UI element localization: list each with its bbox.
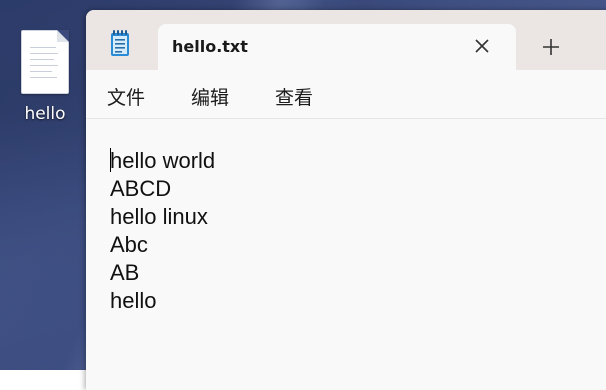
- menu-edit[interactable]: 编辑: [191, 83, 229, 110]
- tab-title: hello.txt: [172, 37, 248, 56]
- notepad-window: hello.txt 文件 编辑 查看 hello world ABCD hell…: [86, 10, 606, 390]
- text-editor-area[interactable]: hello world ABCD hello linux Abc AB hell…: [86, 119, 606, 390]
- desktop-file-label: hello: [24, 104, 66, 124]
- notepad-icon: [111, 30, 129, 56]
- close-icon[interactable]: [470, 34, 494, 58]
- text-line: hello linux: [110, 204, 208, 229]
- text-line: hello: [110, 288, 157, 313]
- text-file-icon: [21, 30, 69, 94]
- plus-icon[interactable]: [538, 34, 564, 60]
- text-line: hello world: [110, 148, 216, 173]
- text-line: AB: [110, 260, 140, 285]
- text-line: Abc: [110, 232, 148, 257]
- title-bar: hello.txt: [86, 10, 606, 70]
- menu-file[interactable]: 文件: [107, 83, 145, 110]
- editor-text: hello world ABCD hello linux Abc AB hell…: [110, 147, 215, 315]
- menu-view[interactable]: 查看: [275, 83, 313, 110]
- desktop-file-hello[interactable]: hello: [14, 30, 76, 124]
- menu-bar: 文件 编辑 查看: [86, 70, 606, 119]
- tab-hello-txt[interactable]: hello.txt: [158, 24, 516, 70]
- text-line: ABCD: [110, 176, 172, 201]
